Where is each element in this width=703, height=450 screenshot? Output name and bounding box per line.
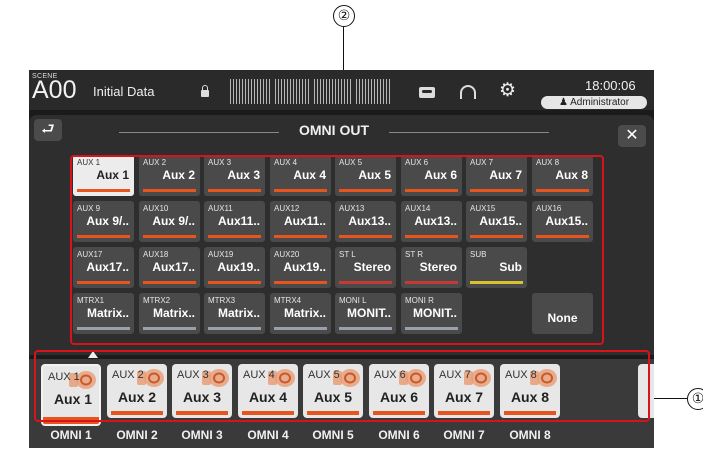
callout-1-line	[650, 398, 687, 399]
highlight-omni-strip	[34, 350, 650, 422]
user-badge[interactable]: ♟ Administrator	[541, 96, 647, 109]
user-name: Administrator	[570, 97, 630, 108]
user-icon: ♟	[558, 97, 568, 108]
clock: 18:00:06	[585, 78, 636, 93]
level-meter[interactable]	[230, 79, 392, 104]
highlight-source-grid	[70, 155, 604, 345]
panel-title: OMNI OUT	[299, 122, 369, 138]
omni-output-label: OMNI 5	[312, 428, 354, 442]
back-button[interactable]: ⮐	[34, 119, 62, 141]
close-icon: ✕	[625, 127, 639, 144]
omni-output-label: OMNI 8	[509, 428, 551, 442]
omni-output-label: OMNI 1	[50, 428, 92, 442]
callout-2: ②	[333, 5, 355, 27]
omni-output-label: OMNI 2	[116, 428, 158, 442]
recorder-icon[interactable]	[419, 87, 435, 98]
headphones-icon[interactable]	[460, 85, 476, 99]
scene-title[interactable]: Initial Data	[93, 84, 154, 99]
lock-icon	[201, 85, 209, 97]
gear-icon[interactable]: ⚙	[499, 79, 516, 102]
omni-output-label: OMNI 6	[378, 428, 420, 442]
title-divider-right	[389, 132, 549, 133]
scene-number[interactable]: A00	[32, 76, 76, 105]
omni-output-label: OMNI 3	[181, 428, 223, 442]
omni-output-label: OMNI 4	[247, 428, 289, 442]
status-bar: SCENE A00 Initial Data ⚙ 18:00:06 ♟ Admi…	[29, 70, 654, 110]
close-button[interactable]: ✕	[618, 125, 646, 147]
omni-output-label: OMNI 7	[443, 428, 485, 442]
callout-1: ①	[687, 388, 703, 410]
back-arrow-icon: ⮐	[41, 121, 55, 138]
